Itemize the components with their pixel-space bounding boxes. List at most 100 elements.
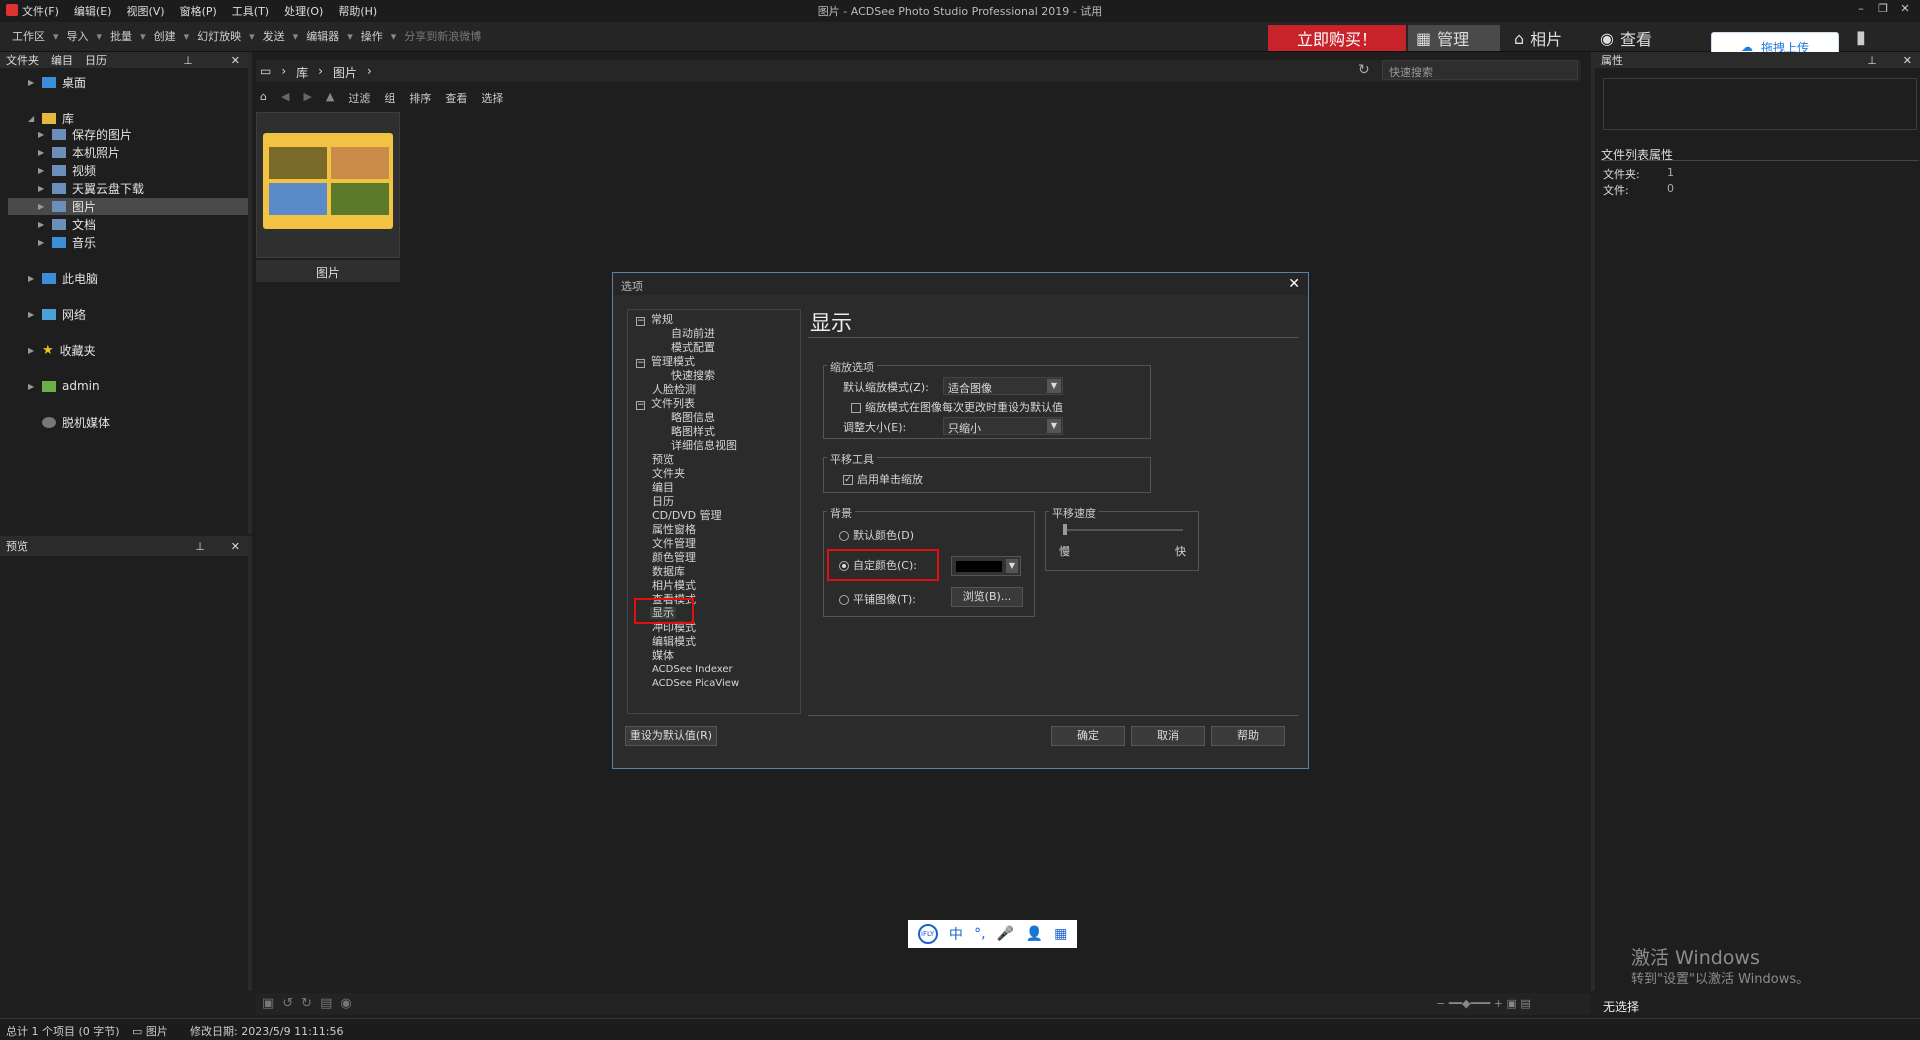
default-color-radio[interactable]: 默认颜色(D) bbox=[839, 527, 914, 543]
tab-calendar[interactable]: 日历 bbox=[85, 52, 107, 68]
tree-item-offline-media[interactable]: 脱机媒体 bbox=[28, 414, 110, 430]
close-panel-icon[interactable]: ✕ bbox=[1903, 54, 1912, 67]
nav-general[interactable]: − 常规 bbox=[636, 314, 673, 326]
tree-item-cloud-downloads[interactable]: ▶ 天翼云盘下载 bbox=[38, 180, 144, 196]
default-zoom-select[interactable]: 适合图像 ▼ bbox=[943, 377, 1063, 395]
dialog-close-button[interactable]: ✕ bbox=[1288, 276, 1300, 292]
nav-picaview[interactable]: ACDSee PicaView bbox=[652, 678, 739, 690]
send-button[interactable]: 发送 bbox=[263, 28, 285, 44]
nav-database[interactable]: 数据库 bbox=[652, 566, 685, 578]
batch-button[interactable]: 批量 bbox=[110, 28, 132, 44]
tree-item-saved-pictures[interactable]: ▶ 保存的图片 bbox=[38, 126, 132, 142]
back-icon[interactable]: ◀ bbox=[281, 90, 289, 106]
minimize-button[interactable]: – bbox=[1852, 2, 1870, 20]
tree-item-camera-roll[interactable]: ▶ 本机照片 bbox=[38, 144, 120, 160]
cancel-button[interactable]: 取消 bbox=[1131, 726, 1205, 746]
nav-preview[interactable]: 预览 bbox=[652, 454, 674, 466]
tab-folders[interactable]: 文件夹 bbox=[6, 52, 39, 68]
enable-click-zoom-checkbox[interactable]: ✓ 启用单击缩放 bbox=[843, 471, 923, 487]
zoom-slider[interactable]: − ━━◆━━━ + ▣ ▤ bbox=[1436, 997, 1531, 1010]
nav-indexer[interactable]: ACDSee Indexer bbox=[652, 664, 733, 676]
photos-mode-button[interactable]: ⌂ 相片 bbox=[1506, 25, 1592, 51]
nav-thumb-info[interactable]: 略图信息 bbox=[671, 412, 715, 424]
pin-icon[interactable]: ⊥ bbox=[183, 54, 193, 67]
nav-catalog[interactable]: 编目 bbox=[652, 482, 674, 494]
tree-item-this-pc[interactable]: ▶ 此电脑 bbox=[28, 270, 98, 286]
nav-details-view[interactable]: 详细信息视图 bbox=[671, 440, 737, 452]
help-button[interactable]: 帮助 bbox=[1211, 726, 1285, 746]
forward-icon[interactable]: ▶ bbox=[303, 90, 311, 106]
buy-now-button[interactable]: 立即购买！ bbox=[1268, 25, 1406, 51]
view-mode-button[interactable]: ◉ 查看 bbox=[1592, 25, 1682, 51]
tree-item-videos[interactable]: ▶ 视频 bbox=[38, 162, 96, 178]
quick-search-input[interactable]: 快速搜索 bbox=[1382, 60, 1578, 80]
reset-zoom-checkbox[interactable]: 缩放模式在图像每次更改时重设为默认值 bbox=[851, 399, 1063, 415]
tree-item-network[interactable]: ▶ 网络 bbox=[28, 306, 86, 322]
nav-file-management[interactable]: 文件管理 bbox=[652, 538, 696, 550]
tab-catalog[interactable]: 编目 bbox=[51, 52, 73, 68]
close-panel-icon[interactable]: ✕ bbox=[231, 540, 240, 553]
pin-icon[interactable]: ⊥ bbox=[195, 540, 205, 553]
select-button[interactable]: 选择 bbox=[481, 90, 503, 106]
breadcrumb-pictures[interactable]: 图片 bbox=[333, 64, 357, 81]
nav-quick-search[interactable]: 快速搜索 bbox=[671, 370, 715, 382]
breadcrumb-library[interactable]: 库 bbox=[296, 64, 308, 81]
close-window-button[interactable]: ✕ bbox=[1896, 2, 1914, 20]
filter-button[interactable]: 过滤 bbox=[348, 90, 370, 106]
close-panel-icon[interactable]: ✕ bbox=[231, 54, 240, 67]
tree-item-pictures[interactable]: ▶ 图片 bbox=[38, 198, 96, 214]
slider-thumb[interactable] bbox=[1063, 524, 1067, 535]
ime-chinese-button[interactable]: 中 bbox=[949, 924, 963, 944]
ime-microphone-button[interactable]: 🎤 bbox=[997, 926, 1014, 942]
tree-item-documents[interactable]: ▶ 文档 bbox=[38, 216, 96, 232]
nav-manage-mode[interactable]: − 管理模式 bbox=[636, 356, 695, 368]
view-button[interactable]: 查看 bbox=[445, 90, 467, 106]
nav-color-management[interactable]: 颜色管理 bbox=[652, 552, 696, 564]
home-icon[interactable]: ⌂ bbox=[260, 90, 267, 106]
resize-select[interactable]: 只缩小 ▼ bbox=[943, 417, 1063, 435]
ime-apps-button[interactable]: ▦ bbox=[1054, 926, 1067, 942]
reset-defaults-button[interactable]: 重设为默认值(R) bbox=[625, 726, 717, 746]
import-button[interactable]: 导入 bbox=[67, 28, 89, 44]
nav-face-detection[interactable]: 人脸检测 bbox=[652, 384, 696, 396]
tree-item-desktop[interactable]: ▶ 桌面 bbox=[28, 74, 86, 90]
sort-button[interactable]: 排序 bbox=[409, 90, 431, 106]
color-picker[interactable]: ▼ bbox=[951, 556, 1021, 576]
pin-icon[interactable]: ⊥ bbox=[1867, 54, 1877, 67]
weibo-share-button[interactable]: 分享到新浪微博 bbox=[404, 28, 481, 44]
actions-button[interactable]: 操作 bbox=[361, 28, 383, 44]
group-button[interactable]: 组 bbox=[384, 90, 395, 106]
create-button[interactable]: 创建 bbox=[154, 28, 176, 44]
up-icon[interactable]: ▲ bbox=[326, 90, 334, 106]
nav-media[interactable]: 媒体 bbox=[652, 650, 674, 662]
manage-mode-button[interactable]: ▦ 管理 bbox=[1408, 25, 1500, 51]
tree-item-admin[interactable]: ▶ admin bbox=[28, 378, 100, 394]
nav-photos-mode[interactable]: 相片模式 bbox=[652, 580, 696, 592]
nav-calendar[interactable]: 日历 bbox=[652, 496, 674, 508]
ifly-logo-icon[interactable]: iFLY bbox=[917, 924, 938, 944]
rotate-icons[interactable]: ▣↺↻▤◉ bbox=[262, 996, 360, 1011]
nav-cd-dvd[interactable]: CD/DVD 管理 bbox=[652, 510, 722, 522]
nav-file-list[interactable]: − 文件列表 bbox=[636, 398, 695, 410]
tree-item-music[interactable]: ▶ 音乐 bbox=[38, 234, 96, 250]
slideshow-button[interactable]: 幻灯放映 bbox=[197, 28, 241, 44]
folder-thumbnail[interactable] bbox=[256, 112, 400, 258]
browse-button[interactable]: 浏览(B)... bbox=[951, 587, 1023, 607]
workspace-button[interactable]: 工作区 bbox=[12, 28, 45, 44]
nav-thumb-style[interactable]: 略图样式 bbox=[671, 426, 715, 438]
restore-button[interactable]: ❐ bbox=[1874, 2, 1892, 20]
tree-item-favorites[interactable]: ▶ ★ 收藏夹 bbox=[28, 342, 96, 358]
tile-image-radio[interactable]: 平铺图像(T): bbox=[839, 591, 916, 607]
ime-user-button[interactable]: 👤 bbox=[1025, 926, 1042, 942]
pan-speed-slider[interactable] bbox=[1063, 529, 1183, 531]
nav-auto-advance[interactable]: 自动前进 bbox=[671, 328, 715, 340]
nav-mode-config[interactable]: 模式配置 bbox=[671, 342, 715, 354]
ime-punctuation-button[interactable]: °, bbox=[974, 926, 985, 942]
chart-icon[interactable]: ▮ bbox=[1856, 27, 1866, 48]
editor-button[interactable]: 编辑器 bbox=[306, 28, 339, 44]
ok-button[interactable]: 确定 bbox=[1051, 726, 1125, 746]
tree-item-library[interactable]: ◢ 库 bbox=[28, 110, 74, 126]
refresh-icon[interactable]: ↻ bbox=[1358, 62, 1370, 78]
nav-edit-mode[interactable]: 编辑模式 bbox=[652, 636, 696, 648]
nav-properties-pane[interactable]: 属性窗格 bbox=[652, 524, 696, 536]
